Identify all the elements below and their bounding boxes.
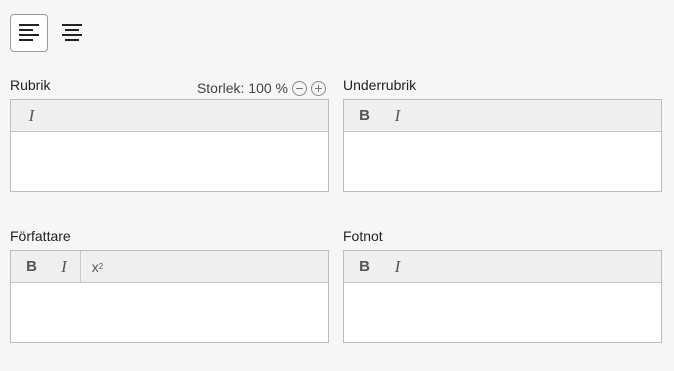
rubrik-editor: I — [10, 99, 329, 192]
underrubrik-text-area[interactable] — [344, 132, 661, 192]
italic-button[interactable]: I — [381, 251, 414, 282]
forfattare-label: Författare — [10, 228, 71, 244]
rubrik-toolbar: I — [11, 100, 328, 132]
fotnot-text-area[interactable] — [344, 283, 661, 343]
forfattare-toolbar: B I x2 — [11, 251, 328, 283]
fotnot-label: Fotnot — [343, 228, 383, 244]
increase-size-icon[interactable] — [311, 80, 326, 96]
fotnot-toolbar: B I — [344, 251, 661, 283]
underrubrik-toolbar: B I — [344, 100, 661, 132]
fotnot-editor: B I — [343, 250, 662, 343]
align-left-button[interactable] — [10, 14, 48, 52]
superscript-base: x — [91, 258, 99, 275]
bold-button[interactable]: B — [15, 251, 48, 282]
rubrik-text-area[interactable] — [11, 132, 328, 192]
decrease-size-icon[interactable] — [292, 80, 307, 96]
align-center-icon — [62, 24, 82, 41]
align-center-button[interactable] — [53, 14, 91, 52]
italic-button[interactable]: I — [48, 251, 81, 282]
rubrik-label: Rubrik — [10, 77, 51, 93]
superscript-mark: 2 — [98, 262, 104, 271]
forfattare-text-area[interactable] — [11, 283, 328, 343]
align-left-icon — [19, 24, 39, 41]
bold-button[interactable]: B — [348, 100, 381, 131]
superscript-button[interactable]: x2 — [81, 251, 114, 282]
italic-button[interactable]: I — [381, 100, 414, 131]
bold-button[interactable]: B — [348, 251, 381, 282]
size-control: Storlek: 100 % — [197, 80, 326, 96]
underrubrik-editor: B I — [343, 99, 662, 192]
underrubrik-label: Underrubrik — [343, 77, 417, 93]
size-label: Storlek: 100 % — [196, 80, 288, 96]
italic-button[interactable]: I — [15, 100, 48, 131]
forfattare-editor: B I x2 — [10, 250, 329, 343]
